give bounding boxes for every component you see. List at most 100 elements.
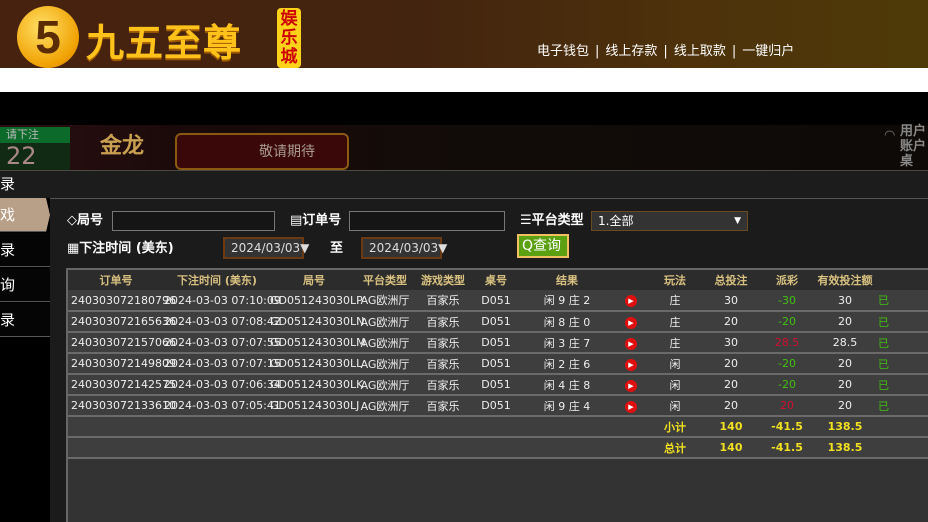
total-bet: 20 <box>704 311 758 333</box>
column-header: 游戏类型 <box>412 270 474 290</box>
divider: | <box>663 44 668 59</box>
link-withdraw[interactable]: 线上取款 <box>674 44 726 59</box>
wifi-icon: ◠ <box>884 128 896 143</box>
empty-cell <box>874 416 928 438</box>
round-number: GD051243030LM <box>270 332 366 354</box>
total-bet: 20 <box>704 353 758 375</box>
bet-type: 闲 <box>646 353 704 375</box>
search-icon: Q <box>522 238 534 254</box>
order-filter-label: ▤订单号 <box>290 209 341 228</box>
table-row[interactable]: 240303072165636 2024-03-03 07:08:42 GD0512… <box>68 311 928 333</box>
status: 已 <box>874 374 928 396</box>
payout: 28.5 <box>758 332 816 354</box>
empty-cell <box>518 416 616 438</box>
platform: AG欧洲厅 <box>358 290 412 312</box>
dragon-logo: 金龙 <box>100 134 145 159</box>
column-header: 有效投注额 <box>816 270 874 290</box>
play-video-icon[interactable]: ▶ <box>625 400 637 413</box>
sidebar-item-record-2[interactable]: 录 <box>0 303 50 337</box>
total-bet: 30 <box>704 332 758 354</box>
order-number: 240303072165636 <box>68 311 176 333</box>
tag-icon: ◇ <box>67 213 77 228</box>
column-header: 订单号 <box>68 270 164 290</box>
column-header: 平台类型 <box>358 270 412 290</box>
countdown-value: 22 <box>6 142 37 170</box>
replay-cell: ▶ <box>616 311 646 333</box>
valid-bet: 20 <box>816 353 874 375</box>
total-bet: 20 <box>704 374 758 396</box>
time-filter-label: ▦下注时间 (美东) <box>67 237 174 256</box>
link-deposit[interactable]: 线上存款 <box>605 44 657 59</box>
play-video-icon[interactable]: ▶ <box>625 337 637 350</box>
account-label: 账户 <box>900 139 927 154</box>
valid-bet: 30 <box>816 290 874 312</box>
date-from-select[interactable]: 2024/03/03▼ <box>223 237 309 259</box>
bet-time: 2024-03-03 07:08:42 <box>164 311 281 333</box>
sidebar-item-game[interactable]: 戏 <box>0 198 50 232</box>
round-input[interactable] <box>112 211 275 231</box>
table-number: D051 <box>474 395 518 417</box>
play-video-icon[interactable]: ▶ <box>625 295 637 307</box>
grand_total-valid-bet: 138.5 <box>816 437 874 459</box>
bet-type: 庄 <box>646 332 704 354</box>
platform-selected: 1.全部 <box>598 214 634 228</box>
payout: -20 <box>758 353 816 375</box>
dialog-title: 录 <box>0 170 928 198</box>
date-from-value: 2024/03/03 <box>231 241 301 255</box>
table-number: D051 <box>474 332 518 354</box>
query-button-label: 查询 <box>533 238 562 254</box>
grand_total-payout: -41.5 <box>758 437 816 459</box>
query-button[interactable]: Q查询 <box>517 234 569 258</box>
sidebar-item-query[interactable]: 询 <box>0 268 50 302</box>
empty-cell <box>412 416 474 438</box>
column-header: 下注时间 (美东) <box>164 270 270 290</box>
link-collect-all[interactable]: 一键归户 <box>742 44 794 59</box>
bet-records-table: 订单号 下注时间 (美东) 局号 平台类型 游戏类型 桌号 结果 玩法 总投注 派彩 有效投注额 2… <box>66 268 928 522</box>
empty-cell <box>164 437 270 459</box>
empty-cell <box>270 437 358 459</box>
to-label: 至 <box>330 241 344 256</box>
result: 闲 9 庄 2 <box>518 290 616 312</box>
logo-mark: 5 <box>17 6 79 68</box>
clipboard-icon: ▤ <box>290 213 303 228</box>
logo-text[interactable]: 九五至尊 <box>86 12 242 67</box>
valid-bet: 28.5 <box>816 332 874 354</box>
empty-cell <box>474 416 518 438</box>
order-number: 240303072149809 <box>68 353 176 375</box>
status: 已 <box>874 311 928 333</box>
bet-type: 庄 <box>646 290 704 312</box>
table-row[interactable]: 240303072180796 2024-03-03 07:10:09 GD0512… <box>68 290 928 312</box>
table-row[interactable]: 240303072133610 2024-03-03 07:05:41 GD0512… <box>68 395 928 417</box>
platform-select[interactable]: 1.全部 ▼ <box>591 211 748 231</box>
table-row[interactable]: 240303072142575 2024-03-03 07:06:34 GD0512… <box>68 374 928 396</box>
column-header: 玩法 <box>646 270 704 290</box>
bet-time: 2024-03-03 07:07:55 <box>164 332 281 354</box>
game-type: 百家乐 <box>412 395 474 417</box>
result: 闲 9 庄 4 <box>518 395 616 417</box>
play-video-icon[interactable]: ▶ <box>625 379 637 392</box>
table-label: 桌 <box>900 154 914 169</box>
table-row[interactable]: 240303072149809 2024-03-03 07:07:15 GD0512… <box>68 353 928 375</box>
date-to-select[interactable]: 2024/03/03▼ <box>361 237 447 259</box>
bet-time: 2024-03-03 07:07:15 <box>164 353 281 375</box>
replay-cell: ▶ <box>616 395 646 417</box>
game-type: 百家乐 <box>412 353 474 375</box>
status: 已 <box>874 332 928 354</box>
sidebar-item-record-1[interactable]: 录 <box>0 233 50 267</box>
user-label: 用户 <box>900 124 927 139</box>
play-video-icon[interactable]: ▶ <box>625 316 637 329</box>
play-video-icon[interactable]: ▶ <box>625 358 637 371</box>
bet-label: 请下注 <box>0 127 70 143</box>
link-wallet[interactable]: 电子钱包 <box>537 44 589 59</box>
total-bet: 20 <box>704 395 758 417</box>
payout: -20 <box>758 311 816 333</box>
site-header: 5 九五至尊 娱乐城 电子钱包 | 线上存款 | 线上取款 | 一键归户 <box>0 0 928 68</box>
table-row[interactable]: 240303072157066 2024-03-03 07:07:55 GD0512… <box>68 332 928 354</box>
status: 已 <box>874 353 928 375</box>
order-input[interactable] <box>349 211 505 231</box>
empty-cell <box>358 416 412 438</box>
column-header: 结果 <box>518 270 616 290</box>
column-header <box>616 270 646 290</box>
empty-cell <box>616 416 646 438</box>
bet-countdown: 请下注 22 <box>0 127 70 170</box>
